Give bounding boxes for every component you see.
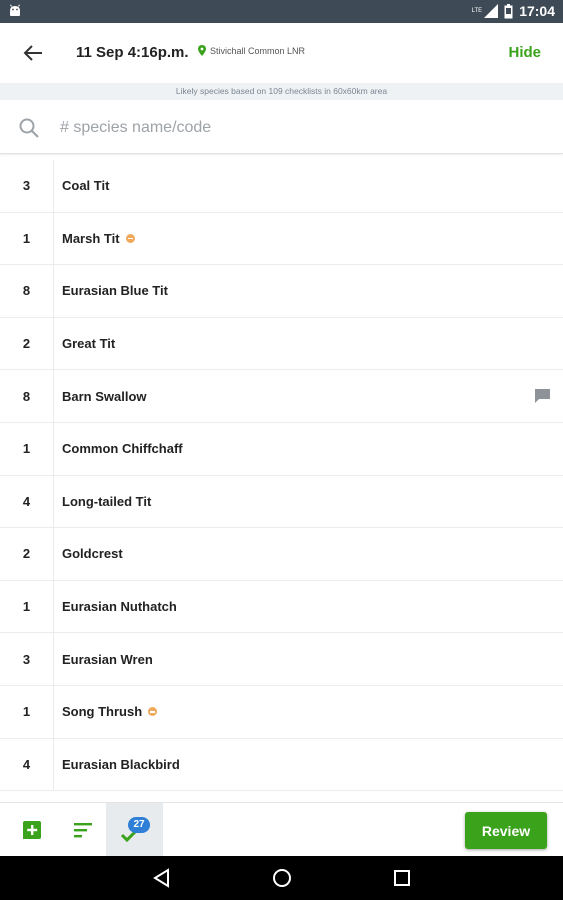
app-bar: 11 Sep 4:16p.m. Stivichall Common LNR Hi… xyxy=(0,23,563,83)
species-name-wrap: Marsh Tit xyxy=(62,213,135,265)
species-name-wrap: Barn Swallow xyxy=(62,370,147,422)
species-name-wrap: Coal Tit xyxy=(62,160,109,212)
species-name: Eurasian Wren xyxy=(62,651,153,667)
species-count-cell[interactable]: 3 xyxy=(0,160,54,212)
species-count: 4 xyxy=(22,756,31,772)
status-bar: LTE 17:04 xyxy=(0,0,563,23)
species-row[interactable]: 1 Common Chiffchaff xyxy=(0,422,563,476)
species-name: Great Tit xyxy=(62,336,116,352)
system-nav-bar xyxy=(0,856,563,900)
species-name: Goldcrest xyxy=(62,546,123,562)
nav-recents-icon[interactable] xyxy=(390,866,414,890)
species-row[interactable]: 3 Eurasian Wren xyxy=(0,633,563,686)
hide-button[interactable]: Hide xyxy=(508,44,541,61)
likely-species-banner: Likely species based on 109 checklists i… xyxy=(0,83,563,100)
android-icon xyxy=(10,4,20,16)
species-name: Eurasian Blackbird xyxy=(62,756,180,772)
species-count: 2 xyxy=(22,546,31,562)
species-count-cell[interactable]: 4 xyxy=(0,738,54,791)
comment-icon[interactable] xyxy=(534,388,551,404)
species-row[interactable]: 8 Barn Swallow xyxy=(0,370,563,423)
species-count: 4 xyxy=(22,493,31,509)
species-name-wrap: Song Thrush xyxy=(62,686,158,738)
species-name: Song Thrush xyxy=(62,704,143,720)
species-name: Common Chiffchaff xyxy=(62,441,183,457)
nav-home-icon[interactable] xyxy=(270,866,294,890)
species-name: Barn Swallow xyxy=(62,388,147,404)
add-box-icon xyxy=(23,821,41,839)
species-name: Eurasian Nuthatch xyxy=(62,599,177,615)
rare-species-icon xyxy=(125,233,135,243)
checked-count-badge: 27 xyxy=(128,817,150,833)
signal-icon xyxy=(484,4,499,18)
species-name-wrap: Eurasian Nuthatch xyxy=(62,581,177,633)
species-row[interactable]: 1 Eurasian Nuthatch xyxy=(0,580,563,634)
species-count-cell[interactable]: 1 xyxy=(0,580,54,633)
search-icon xyxy=(19,118,39,138)
species-row[interactable]: 2 Goldcrest xyxy=(0,528,563,581)
species-name-wrap: Eurasian Wren xyxy=(62,633,153,685)
species-count: 8 xyxy=(22,388,31,404)
species-name: Marsh Tit xyxy=(62,230,120,246)
location-selector[interactable]: Stivichall Common LNR xyxy=(198,45,305,56)
sort-button[interactable] xyxy=(57,803,109,857)
species-count: 1 xyxy=(22,441,31,457)
species-count: 1 xyxy=(22,599,31,615)
review-button[interactable]: Review xyxy=(465,812,547,849)
species-count: 8 xyxy=(22,283,31,299)
species-name-wrap: Common Chiffchaff xyxy=(62,423,183,475)
battery-icon xyxy=(504,3,513,18)
species-list: 3 Coal Tit 1 Marsh Tit 8 Eurasian Blue Tit 2 Gr… xyxy=(0,160,563,792)
species-count-cell[interactable]: 2 xyxy=(0,317,54,370)
species-name: Eurasian Blue Tit xyxy=(62,283,168,299)
species-count-cell[interactable]: 1 xyxy=(0,422,54,475)
species-count: 2 xyxy=(22,336,31,352)
species-row[interactable]: 1 Marsh Tit xyxy=(0,212,563,266)
species-count: 3 xyxy=(22,651,31,667)
species-count-cell[interactable]: 1 xyxy=(0,212,54,265)
species-name-wrap: Long-tailed Tit xyxy=(62,476,151,528)
species-count-cell[interactable]: 2 xyxy=(0,528,54,580)
sort-icon xyxy=(74,823,92,838)
species-count-cell[interactable]: 3 xyxy=(0,633,54,685)
species-count-cell[interactable]: 4 xyxy=(0,475,54,528)
species-row[interactable]: 1 Song Thrush xyxy=(0,685,563,739)
rare-species-icon xyxy=(148,707,158,717)
species-row[interactable]: 2 Great Tit xyxy=(0,317,563,371)
species-count: 3 xyxy=(22,178,31,194)
species-name: Long-tailed Tit xyxy=(62,493,152,509)
species-search-input[interactable] xyxy=(60,114,530,142)
species-count-cell[interactable]: 1 xyxy=(0,685,54,738)
species-count-cell[interactable]: 8 xyxy=(0,265,54,317)
location-name: Stivichall Common LNR xyxy=(210,45,306,56)
species-name-wrap: Great Tit xyxy=(62,318,115,370)
species-row[interactable]: 4 Eurasian Blackbird xyxy=(0,738,563,792)
add-species-button[interactable] xyxy=(6,803,58,857)
species-name-wrap: Goldcrest xyxy=(62,528,123,580)
location-pin-icon xyxy=(198,45,206,56)
back-arrow-icon[interactable] xyxy=(20,41,48,65)
nav-back-icon[interactable] xyxy=(150,866,174,890)
species-row[interactable]: 3 Coal Tit xyxy=(0,160,563,213)
species-count: 1 xyxy=(22,230,31,246)
species-row[interactable]: 8 Eurasian Blue Tit xyxy=(0,265,563,318)
checklist-date-title[interactable]: 11 Sep 4:16p.m. xyxy=(76,44,189,61)
species-count-cell[interactable]: 8 xyxy=(0,370,54,422)
species-name-wrap: Eurasian Blue Tit xyxy=(62,265,168,317)
search-bar xyxy=(0,100,563,154)
clock: 17:04 xyxy=(519,3,555,19)
bottom-toolbar: 27 Review xyxy=(0,802,563,857)
network-label: LTE xyxy=(471,8,483,14)
species-name-wrap: Eurasian Blackbird xyxy=(62,739,180,791)
species-name: Coal Tit xyxy=(62,178,110,194)
species-row[interactable]: 4 Long-tailed Tit xyxy=(0,475,563,529)
species-count: 1 xyxy=(22,704,31,720)
